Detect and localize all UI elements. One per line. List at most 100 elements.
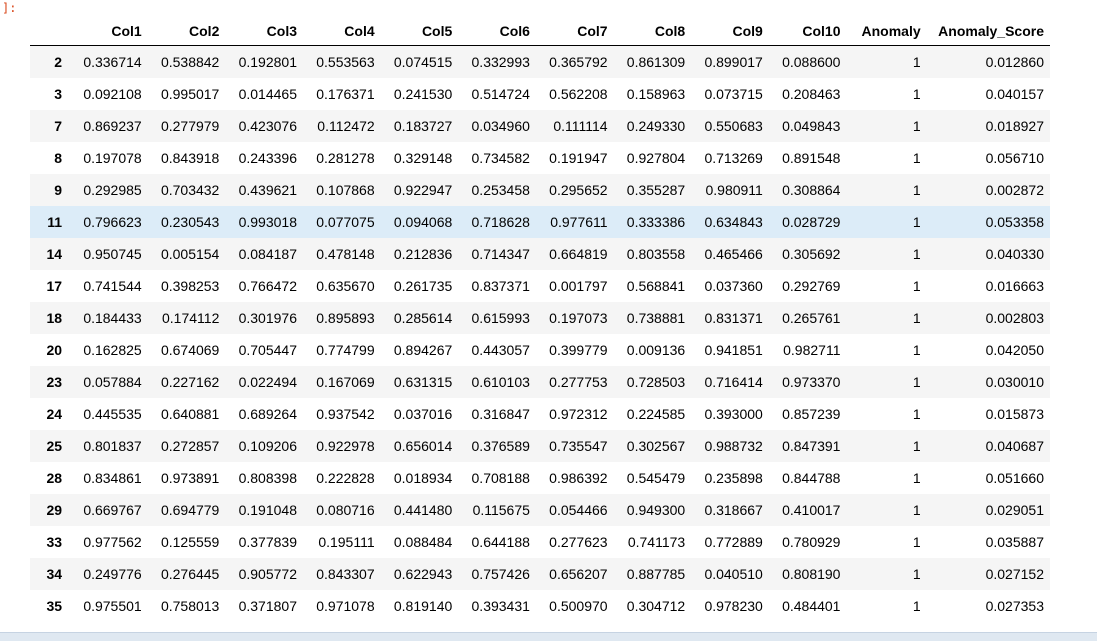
table-cell: 0.439621 <box>238 182 297 198</box>
table-cell: 0.735547 <box>549 438 608 454</box>
column-header: Col2 <box>147 17 226 46</box>
table-cell: 0.107868 <box>316 182 375 198</box>
table-cell: 0.249776 <box>83 566 142 582</box>
table-cell: 0.191947 <box>549 150 608 166</box>
table-row[interactable]: 24 0.445535 0.640881 0.689264 0.937542 0.0370… <box>30 398 1050 430</box>
table-cell: 0.941851 <box>704 342 763 358</box>
table-row[interactable]: 28 0.834861 0.973891 0.808398 0.222828 0.0189… <box>30 462 1050 494</box>
table-cell: 0.950745 <box>83 246 142 262</box>
table-cell: 0.057884 <box>83 374 142 390</box>
table-cell: 0.253458 <box>471 182 530 198</box>
table-cell: 0.937542 <box>316 406 375 422</box>
table-cell: 0.018934 <box>393 470 453 486</box>
table-cell: 0.227162 <box>160 374 220 390</box>
table-cell: 0.292985 <box>83 182 142 198</box>
table-cell: 0.705447 <box>238 342 297 358</box>
table-cell: 0.538842 <box>160 54 220 70</box>
table-cell: 0.562208 <box>549 86 608 102</box>
row-index: 24 <box>46 406 63 422</box>
table-cell: 0.843307 <box>316 566 375 582</box>
table-row[interactable]: 17 0.741544 0.398253 0.766472 0.635670 0.2617… <box>30 270 1050 302</box>
table-cell: 1 <box>912 342 921 358</box>
table-cell: 1 <box>912 374 921 390</box>
table-row[interactable]: 35 0.975501 0.758013 0.371807 0.971078 0.8191… <box>30 590 1050 622</box>
table-cell: 0.111114 <box>553 118 608 134</box>
table-cell: 0.993018 <box>238 214 297 230</box>
table-cell: 0.393000 <box>704 406 763 422</box>
table-cell: 0.844788 <box>782 470 841 486</box>
table-cell: 0.365792 <box>549 54 608 70</box>
table-cell: 0.088484 <box>393 534 453 550</box>
table-row[interactable]: 25 0.801837 0.272857 0.109206 0.922978 0.6560… <box>30 430 1050 462</box>
column-header: Col6 <box>458 17 536 46</box>
table-cell: 0.014465 <box>238 86 297 102</box>
table-cell: 0.656207 <box>549 566 608 582</box>
table-row[interactable]: 34 0.249776 0.276445 0.905772 0.843307 0.6229… <box>30 558 1050 590</box>
table-body: 2 0.336714 0.538842 0.192801 0.553563 0.07451… <box>30 45 1050 622</box>
table-cell: 0.054466 <box>549 502 608 518</box>
table-cell: 0.857239 <box>782 406 841 422</box>
table-row[interactable]: 11 0.796623 0.230543 0.993018 0.077075 0.0940… <box>30 206 1050 238</box>
table-cell: 1 <box>912 118 921 134</box>
table-cell: 0.002803 <box>985 310 1044 326</box>
table-row[interactable]: 3 0.092108 0.995017 0.014465 0.176371 0.24153… <box>30 78 1050 110</box>
table-cell: 0.295652 <box>549 182 608 198</box>
row-index: 17 <box>46 278 63 294</box>
table-cell: 0.631315 <box>393 374 453 390</box>
table-cell: 0.399779 <box>549 342 608 358</box>
row-index: 9 <box>54 182 63 198</box>
table-cell: 0.235898 <box>704 470 763 486</box>
table-cell: 0.568841 <box>626 278 686 294</box>
table-cell: 0.195111 <box>318 534 375 550</box>
table-cell: 0.355287 <box>626 182 686 198</box>
table-cell: 1 <box>912 438 921 454</box>
table-cell: 1 <box>912 150 921 166</box>
table-row[interactable]: 9 0.292985 0.703432 0.439621 0.107868 0.92294… <box>30 174 1050 206</box>
table-row[interactable]: 23 0.057884 0.227162 0.022494 0.167069 0.6313… <box>30 366 1050 398</box>
table-cell: 0.377839 <box>238 534 297 550</box>
table-cell: 0.550683 <box>704 118 763 134</box>
table-cell: 1 <box>912 598 921 614</box>
table-cell: 0.183727 <box>393 118 453 134</box>
table-cell: 0.277979 <box>160 118 220 134</box>
table-row[interactable]: 8 0.197078 0.843918 0.243396 0.281278 0.32914… <box>30 142 1050 174</box>
table-cell: 1 <box>912 406 921 422</box>
table-cell: 0.002872 <box>985 182 1044 198</box>
table-cell: 0.265761 <box>782 310 841 326</box>
table-cell: 0.988732 <box>704 438 763 454</box>
table-cell: 0.277753 <box>549 374 608 390</box>
table-cell: 0.176371 <box>316 86 375 102</box>
table-cell: 0.757426 <box>471 566 530 582</box>
table-cell: 0.445535 <box>83 406 142 422</box>
table-cell: 0.336714 <box>83 54 142 70</box>
column-header: Anomaly <box>846 17 927 46</box>
table-cell: 0.191048 <box>238 502 297 518</box>
table-cell: 0.728503 <box>626 374 686 390</box>
table-row[interactable]: 7 0.869237 0.277979 0.423076 0.112472 0.18372… <box>30 110 1050 142</box>
table-cell: 0.766472 <box>238 278 297 294</box>
table-cell: 0.741544 <box>83 278 142 294</box>
table-row[interactable]: 14 0.950745 0.005154 0.084187 0.478148 0.2128… <box>30 238 1050 270</box>
table-cell: 0.016663 <box>985 278 1044 294</box>
table-cell: 0.441480 <box>393 502 453 518</box>
table-cell: 0.808398 <box>238 470 297 486</box>
table-cell: 0.030010 <box>985 374 1044 390</box>
table-cell: 0.982711 <box>783 342 841 358</box>
table-cell: 0.316847 <box>471 406 530 422</box>
table-cell: 0.615993 <box>471 310 530 326</box>
table-cell: 0.500970 <box>549 598 608 614</box>
table-cell: 0.015873 <box>985 406 1044 422</box>
table-row[interactable]: 18 0.184433 0.174112 0.301976 0.895893 0.2856… <box>30 302 1050 334</box>
row-index: 7 <box>54 118 63 134</box>
table-cell: 0.708188 <box>471 470 530 486</box>
table-cell: 0.092108 <box>83 86 142 102</box>
table-row[interactable]: 20 0.162825 0.674069 0.705447 0.774799 0.8942… <box>30 334 1050 366</box>
table-row[interactable]: 29 0.669767 0.694779 0.191048 0.080716 0.4414… <box>30 494 1050 526</box>
dataframe-output[interactable]: Col1 Col2 Col3 Col4 Col5 Col6 Col7 Col8 … <box>30 17 1052 627</box>
table-row[interactable]: 33 0.977562 0.125559 0.377839 0.195111 0.0884… <box>30 526 1050 558</box>
table-cell: 1 <box>912 566 921 582</box>
table-cell: 0.115675 <box>472 502 530 518</box>
table-row[interactable]: 2 0.336714 0.538842 0.192801 0.553563 0.07451… <box>30 45 1050 78</box>
table-cell: 0.125559 <box>160 534 220 550</box>
table-cell: 1 <box>912 182 921 198</box>
